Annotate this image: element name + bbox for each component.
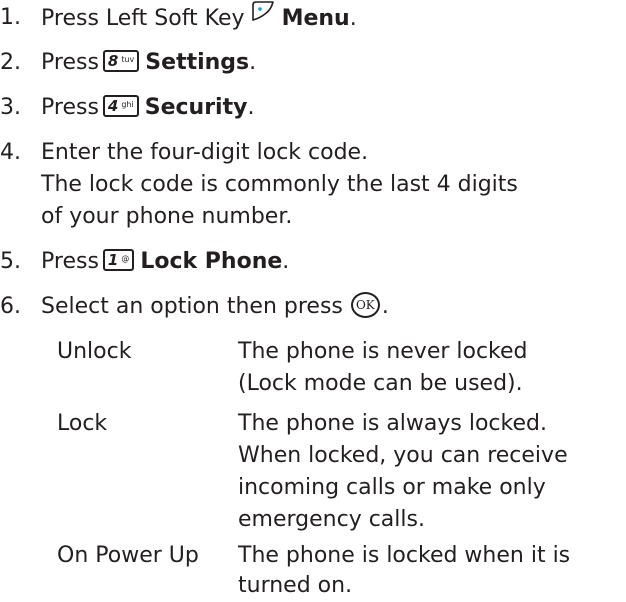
step-prefix: Select an option then press [41,294,343,319]
step-label: Settings [145,50,250,75]
option-desc-line: The phone is locked when it is [238,543,571,568]
ok-key-icon: OK [350,292,380,318]
option-name: Unlock [57,339,132,364]
step-label: Security [144,95,248,120]
step-number: 6. [0,294,21,319]
option-name: Lock [57,411,108,436]
key-8-icon: 8 tuv [102,50,140,72]
step-suffix: . [381,294,389,319]
step-label: Lock Phone [140,249,283,274]
option-desc-line: emergency calls. [238,507,425,532]
step-prefix: Press [41,95,99,120]
step-suffix: . [282,249,290,274]
step-number: 2. [0,50,21,75]
step-prefix: Press [41,50,99,75]
step-line-2: The lock code is commonly the last 4 dig… [41,172,518,197]
option-desc-line: incoming calls or make only [238,475,546,500]
option-desc-line: When locked, you can receive [238,443,568,468]
step-suffix: . [349,6,357,31]
key-1-icon: 1 @ [102,249,135,271]
step-prefix: Press [41,249,99,274]
step-suffix: . [247,95,255,120]
left-soft-key-icon [250,0,276,33]
step-text: Press 8 tuv Settings. [41,47,256,79]
step-prefix: Press Left Soft Key [41,6,245,31]
step-text: Press 1 @ Lock Phone. [41,246,289,278]
step-suffix: . [249,50,257,75]
step-line-1: Enter the four-digit lock code. [41,140,369,165]
step-number: 3. [0,95,21,120]
step-text: Press 4 ghi Security. [41,92,254,124]
step-number: 4. [0,140,21,165]
option-name: On Power Up [57,543,199,568]
option-desc-line: The phone is never locked [238,339,528,364]
option-desc-line: turned on. [238,573,353,598]
step-label: Menu [281,6,350,31]
step-number: 1. [0,5,21,30]
option-desc-line: The phone is always locked. [238,411,547,436]
step-text: Press Left Soft Key Menu. [41,0,357,36]
key-4-icon: 4 ghi [102,95,139,117]
step-line-3: of your phone number. [41,204,293,229]
step-number: 5. [0,249,21,274]
instruction-page: 1. Press Left Soft Key Menu. 2. Press 8 tuv… [0,0,626,598]
option-desc-line: (Lock mode can be used). [238,371,523,396]
step-text: Select an option then press OK. [41,291,389,323]
